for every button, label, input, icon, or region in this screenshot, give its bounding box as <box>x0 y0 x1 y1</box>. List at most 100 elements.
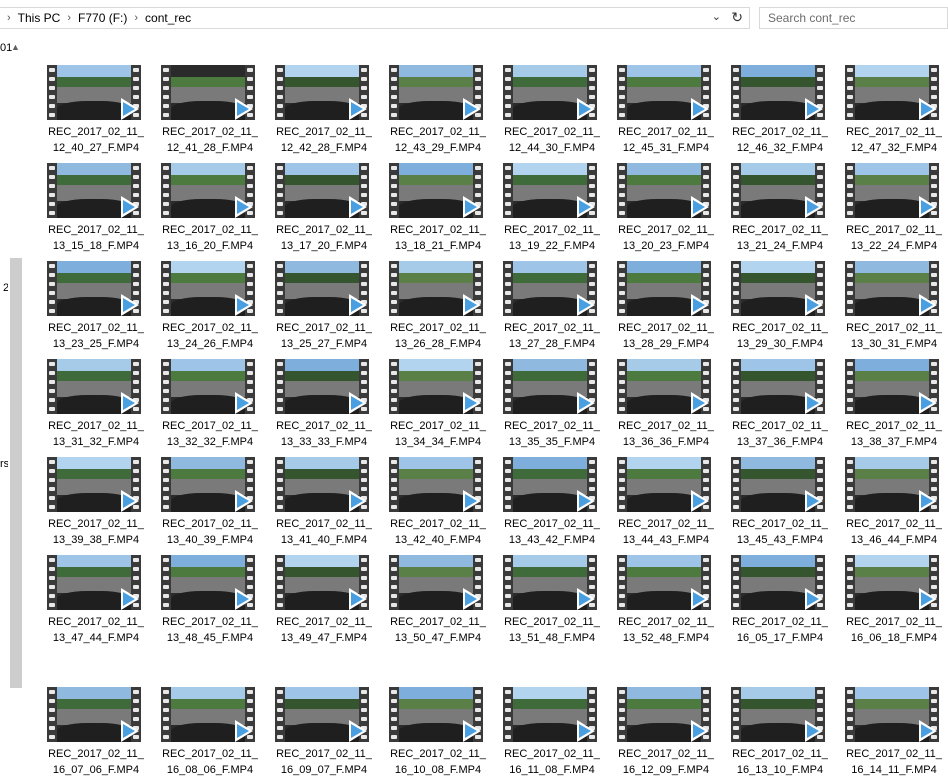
address-bar[interactable]: › This PC › F770 (F:) › cont_rec ⌄ ↻ <box>0 7 750 29</box>
video-thumbnail[interactable] <box>731 555 825 610</box>
file-item[interactable]: REC_2017_02_11_ 13_23_25_F.MP4 <box>44 256 154 350</box>
file-item[interactable]: REC_2017_02_11_ 13_50_47_F.MP4 <box>386 550 496 644</box>
video-thumbnail[interactable] <box>275 261 369 316</box>
file-item[interactable]: REC_2017_02_11_ 13_33_33_F.MP4 <box>272 354 382 448</box>
video-thumbnail[interactable] <box>47 163 141 218</box>
video-thumbnail[interactable] <box>503 65 597 120</box>
file-item[interactable]: REC_2017_02_11_ 12_45_31_F.MP4 <box>614 60 724 154</box>
video-thumbnail[interactable] <box>47 687 141 742</box>
video-thumbnail[interactable] <box>47 457 141 512</box>
file-item[interactable]: REC_2017_02_11_ 13_24_26_F.MP4 <box>158 256 268 350</box>
file-item[interactable]: REC_2017_02_11_ 12_42_28_F.MP4 <box>272 60 382 154</box>
video-thumbnail[interactable] <box>47 555 141 610</box>
video-thumbnail[interactable] <box>845 65 939 120</box>
file-item[interactable]: REC_2017_02_11_ 13_47_44_F.MP4 <box>44 550 154 644</box>
file-item[interactable]: REC_2017_02_11_ 13_46_44_F.MP4 <box>842 452 948 546</box>
file-item[interactable]: REC_2017_02_11_ 16_08_06_F.MP4 <box>158 682 268 776</box>
file-item[interactable]: REC_2017_02_11_ 13_49_47_F.MP4 <box>272 550 382 644</box>
video-thumbnail[interactable] <box>503 457 597 512</box>
video-thumbnail[interactable] <box>161 555 255 610</box>
video-thumbnail[interactable] <box>275 163 369 218</box>
video-thumbnail[interactable] <box>275 359 369 414</box>
file-item[interactable]: REC_2017_02_11_ 13_29_30_F.MP4 <box>728 256 838 350</box>
file-item[interactable]: REC_2017_02_11_ 12_44_30_F.MP4 <box>500 60 610 154</box>
video-thumbnail[interactable] <box>617 457 711 512</box>
video-thumbnail[interactable] <box>389 457 483 512</box>
search-input[interactable]: Search cont_rec <box>759 7 948 29</box>
video-thumbnail[interactable] <box>617 687 711 742</box>
chevron-down-icon[interactable]: ⌄ <box>712 10 721 23</box>
chevron-up-icon[interactable]: ▲ <box>11 42 20 52</box>
file-item[interactable]: REC_2017_02_11_ 13_52_48_F.MP4 <box>614 550 724 644</box>
file-item[interactable]: REC_2017_02_11_ 16_07_06_F.MP4 <box>44 682 154 776</box>
breadcrumb-chevron-icon[interactable]: › <box>67 12 71 24</box>
video-thumbnail[interactable] <box>503 261 597 316</box>
video-thumbnail[interactable] <box>731 687 825 742</box>
file-item[interactable]: REC_2017_02_11_ 13_48_45_F.MP4 <box>158 550 268 644</box>
file-item[interactable]: REC_2017_02_11_ 13_20_23_F.MP4 <box>614 158 724 252</box>
video-thumbnail[interactable] <box>617 163 711 218</box>
file-item[interactable]: REC_2017_02_11_ 13_19_22_F.MP4 <box>500 158 610 252</box>
file-item[interactable]: REC_2017_02_11_ 13_26_28_F.MP4 <box>386 256 496 350</box>
video-thumbnail[interactable] <box>731 261 825 316</box>
video-thumbnail[interactable] <box>845 555 939 610</box>
file-item[interactable]: REC_2017_02_11_ 16_12_09_F.MP4 <box>614 682 724 776</box>
file-item[interactable]: REC_2017_02_11_ 16_05_17_F.MP4 <box>728 550 838 644</box>
video-thumbnail[interactable] <box>47 261 141 316</box>
video-thumbnail[interactable] <box>161 687 255 742</box>
file-item[interactable]: REC_2017_02_11_ 16_09_07_F.MP4 <box>272 682 382 776</box>
breadcrumb-drive[interactable]: F770 (F:) <box>78 11 127 25</box>
nav-scrollbar[interactable]: ▲ <box>8 42 24 783</box>
video-thumbnail[interactable] <box>845 261 939 316</box>
video-thumbnail[interactable] <box>845 687 939 742</box>
file-item[interactable]: REC_2017_02_11_ 13_25_27_F.MP4 <box>272 256 382 350</box>
video-thumbnail[interactable] <box>731 163 825 218</box>
file-item[interactable]: REC_2017_02_11_ 13_16_20_F.MP4 <box>158 158 268 252</box>
file-item[interactable]: REC_2017_02_11_ 13_28_29_F.MP4 <box>614 256 724 350</box>
file-item[interactable]: REC_2017_02_11_ 13_34_34_F.MP4 <box>386 354 496 448</box>
video-thumbnail[interactable] <box>845 163 939 218</box>
file-item[interactable]: REC_2017_02_11_ 13_31_32_F.MP4 <box>44 354 154 448</box>
video-thumbnail[interactable] <box>275 555 369 610</box>
video-thumbnail[interactable] <box>161 261 255 316</box>
file-item[interactable]: REC_2017_02_11_ 13_27_28_F.MP4 <box>500 256 610 350</box>
file-item[interactable]: REC_2017_02_11_ 13_39_38_F.MP4 <box>44 452 154 546</box>
file-item[interactable]: REC_2017_02_11_ 13_17_20_F.MP4 <box>272 158 382 252</box>
video-thumbnail[interactable] <box>845 359 939 414</box>
video-thumbnail[interactable] <box>845 457 939 512</box>
file-item[interactable]: REC_2017_02_11_ 13_44_43_F.MP4 <box>614 452 724 546</box>
file-item[interactable]: REC_2017_02_11_ 13_38_37_F.MP4 <box>842 354 948 448</box>
file-item[interactable]: REC_2017_02_11_ 13_45_43_F.MP4 <box>728 452 838 546</box>
video-thumbnail[interactable] <box>275 687 369 742</box>
breadcrumb-chevron-icon[interactable]: › <box>7 12 11 24</box>
video-thumbnail[interactable] <box>503 359 597 414</box>
file-item[interactable]: REC_2017_02_11_ 13_51_48_F.MP4 <box>500 550 610 644</box>
file-item[interactable]: REC_2017_02_11_ 13_40_39_F.MP4 <box>158 452 268 546</box>
video-thumbnail[interactable] <box>389 163 483 218</box>
file-item[interactable]: REC_2017_02_11_ 16_11_08_F.MP4 <box>500 682 610 776</box>
video-thumbnail[interactable] <box>275 65 369 120</box>
file-item[interactable]: REC_2017_02_11_ 12_43_29_F.MP4 <box>386 60 496 154</box>
file-item[interactable]: REC_2017_02_11_ 13_41_40_F.MP4 <box>272 452 382 546</box>
video-thumbnail[interactable] <box>617 65 711 120</box>
video-thumbnail[interactable] <box>47 359 141 414</box>
file-item[interactable]: REC_2017_02_11_ 12_46_32_F.MP4 <box>728 60 838 154</box>
video-thumbnail[interactable] <box>389 65 483 120</box>
scrollbar-thumb[interactable] <box>10 258 22 688</box>
video-thumbnail[interactable] <box>389 359 483 414</box>
file-item[interactable]: REC_2017_02_11_ 13_35_35_F.MP4 <box>500 354 610 448</box>
video-thumbnail[interactable] <box>731 65 825 120</box>
video-thumbnail[interactable] <box>731 359 825 414</box>
video-thumbnail[interactable] <box>275 457 369 512</box>
breadcrumb-chevron-icon[interactable]: › <box>134 12 138 24</box>
file-item[interactable]: REC_2017_02_11_ 13_15_18_F.MP4 <box>44 158 154 252</box>
breadcrumb-this-pc[interactable]: This PC <box>18 11 61 25</box>
video-thumbnail[interactable] <box>617 261 711 316</box>
file-item[interactable]: REC_2017_02_11_ 13_22_24_F.MP4 <box>842 158 948 252</box>
video-thumbnail[interactable] <box>617 359 711 414</box>
video-thumbnail[interactable] <box>161 65 255 120</box>
video-thumbnail[interactable] <box>503 555 597 610</box>
file-item[interactable]: REC_2017_02_11_ 13_32_32_F.MP4 <box>158 354 268 448</box>
file-item[interactable]: REC_2017_02_11_ 13_37_36_F.MP4 <box>728 354 838 448</box>
video-thumbnail[interactable] <box>47 65 141 120</box>
